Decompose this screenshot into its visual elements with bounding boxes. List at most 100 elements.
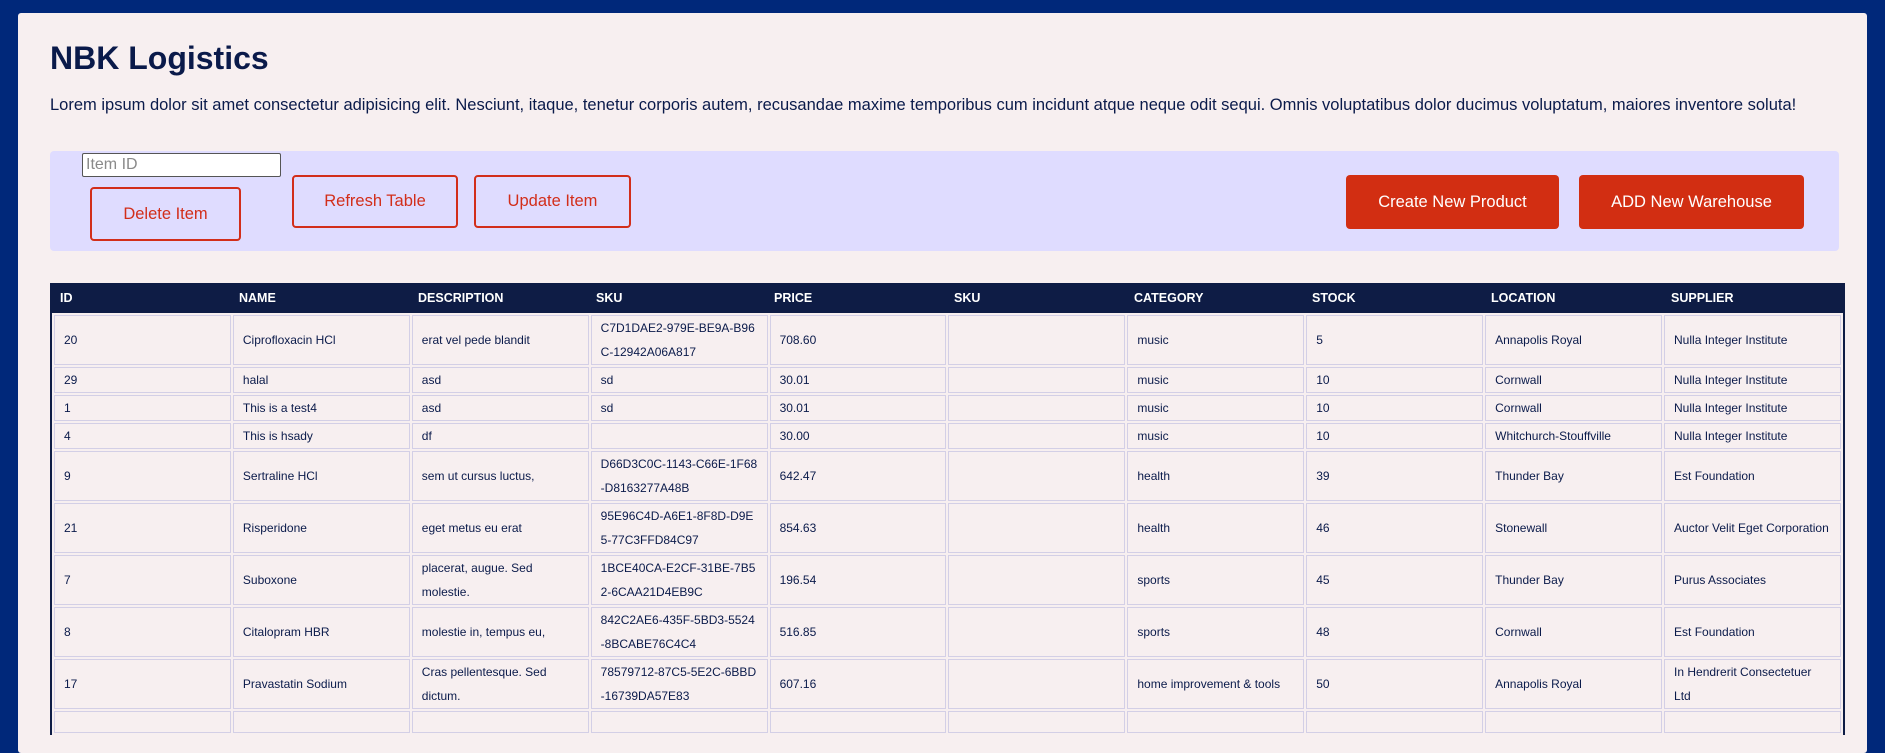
cell-stock: 50 — [1306, 659, 1484, 709]
cell-category: music — [1127, 315, 1305, 365]
cell-sku-2 — [948, 451, 1126, 501]
cell-category: home improvement & tools — [1127, 659, 1305, 709]
table-header: ID NAME DESCRIPTION SKU PRICE SKU CATEGO… — [50, 283, 1845, 313]
cell-location: Annapolis Royal — [1485, 315, 1663, 365]
cell-sku — [590, 711, 768, 733]
cell-supplier: Est Foundation — [1664, 451, 1841, 501]
refresh-table-button[interactable]: Refresh Table — [292, 175, 458, 228]
cell-stock — [1306, 711, 1484, 733]
cell-id: 4 — [54, 423, 231, 449]
header-price: PRICE — [774, 291, 813, 305]
cell-sku: 78579712-87C5-5E2C-6BBD-16739DA57E83 — [590, 659, 768, 709]
cell-location: Annapolis Royal — [1485, 659, 1663, 709]
table-row — [54, 711, 1841, 733]
item-id-input[interactable] — [82, 153, 281, 177]
cell-category: music — [1127, 395, 1305, 421]
table-row: 7 Suboxone placerat, augue. Sed molestie. 1… — [54, 555, 1841, 605]
cell-category: music — [1127, 423, 1305, 449]
cell-id: 1 — [54, 395, 231, 421]
cell-name: Suboxone — [232, 555, 410, 605]
header-description: DESCRIPTION — [418, 291, 504, 305]
cell-sku: 95E96C4D-A6E1-8F8D-D9E5-77C3FFD84C97 — [590, 503, 768, 553]
cell-name: This is a test4 — [232, 395, 410, 421]
cell-description: erat vel pede blandit — [411, 315, 589, 365]
cell-sku: sd — [590, 395, 768, 421]
cell-name: halal — [232, 367, 410, 393]
cell-description: df — [411, 423, 589, 449]
cell-description: asd — [411, 395, 589, 421]
page-intro: Lorem ipsum dolor sit amet consectetur a… — [50, 96, 1797, 114]
toolbar: Delete Item Refresh Table Update Item Cr… — [50, 151, 1839, 251]
table-row: 20 Ciprofloxacin HCl erat vel pede blandit… — [54, 315, 1841, 365]
cell-sku-2 — [948, 423, 1126, 449]
cell-description: placerat, augue. Sed molestie. — [411, 555, 589, 605]
table-body: 20 Ciprofloxacin HCl erat vel pede blandit… — [54, 315, 1841, 733]
update-item-button[interactable]: Update Item — [474, 175, 631, 228]
cell-supplier: Nulla Integer Institute — [1664, 395, 1841, 421]
cell-sku: sd — [590, 367, 768, 393]
cell-name: Pravastatin Sodium — [232, 659, 410, 709]
table-row: 21 Risperidone eget metus eu erat 95E96C4D-… — [54, 503, 1841, 553]
cell-category: health — [1127, 451, 1305, 501]
cell-sku — [590, 423, 768, 449]
cell-price: 708.60 — [769, 315, 947, 365]
cell-sku-2 — [948, 607, 1126, 657]
inventory-table-wrapper: ID NAME DESCRIPTION SKU PRICE SKU CATEGO… — [50, 283, 1845, 735]
cell-category — [1127, 711, 1305, 733]
cell-location: Stonewall — [1485, 503, 1663, 553]
cell-sku-2 — [948, 659, 1126, 709]
cell-location: Thunder Bay — [1485, 451, 1663, 501]
cell-name: Sertraline HCl — [232, 451, 410, 501]
cell-category: sports — [1127, 607, 1305, 657]
header-name: NAME — [239, 291, 276, 305]
cell-price: 30.01 — [769, 367, 947, 393]
cell-id: 17 — [54, 659, 231, 709]
header-supplier: SUPPLIER — [1671, 291, 1734, 305]
cell-sku-2 — [948, 711, 1126, 733]
header-location: LOCATION — [1491, 291, 1556, 305]
cell-sku-2 — [948, 503, 1126, 553]
cell-sku-2 — [948, 555, 1126, 605]
table-row: 29 halal asd sd 30.01 music 10 Cornwall Nulla In… — [54, 367, 1841, 393]
cell-id: 8 — [54, 607, 231, 657]
page-title: NBK Logistics — [50, 40, 269, 76]
cell-id: 29 — [54, 367, 231, 393]
cell-supplier: Auctor Velit Eget Corporation — [1664, 503, 1841, 553]
table-row: 9 Sertraline HCl sem ut cursus luctus, D66D… — [54, 451, 1841, 501]
cell-sku: D66D3C0C-1143-C66E-1F68-D8163277A48B — [590, 451, 768, 501]
cell-location: Cornwall — [1485, 607, 1663, 657]
cell-stock: 45 — [1306, 555, 1484, 605]
cell-location: Whitchurch-Stouffville — [1485, 423, 1663, 449]
cell-supplier — [1664, 711, 1841, 733]
cell-name: This is hsady — [232, 423, 410, 449]
cell-stock: 10 — [1306, 423, 1484, 449]
cell-name: Ciprofloxacin HCl — [232, 315, 410, 365]
cell-description: molestie in, tempus eu, — [411, 607, 589, 657]
cell-category: sports — [1127, 555, 1305, 605]
cell-stock: 46 — [1306, 503, 1484, 553]
cell-id: 20 — [54, 315, 231, 365]
cell-supplier: Nulla Integer Institute — [1664, 423, 1841, 449]
create-new-product-button[interactable]: Create New Product — [1346, 175, 1559, 229]
cell-stock: 48 — [1306, 607, 1484, 657]
add-new-warehouse-button[interactable]: ADD New Warehouse — [1579, 175, 1804, 229]
cell-price: 854.63 — [769, 503, 947, 553]
cell-description — [411, 711, 589, 733]
cell-supplier: Nulla Integer Institute — [1664, 367, 1841, 393]
table-row: 4 This is hsady df 30.00 music 10 Whitchurch-S… — [54, 423, 1841, 449]
cell-stock: 5 — [1306, 315, 1484, 365]
delete-item-button[interactable]: Delete Item — [90, 187, 241, 241]
cell-name — [232, 711, 410, 733]
cell-supplier: In Hendrerit Consectetuer Ltd — [1664, 659, 1841, 709]
cell-price — [769, 711, 947, 733]
cell-description: eget metus eu erat — [411, 503, 589, 553]
cell-sku-2 — [948, 315, 1126, 365]
cell-supplier: Purus Associates — [1664, 555, 1841, 605]
cell-sku-2 — [948, 367, 1126, 393]
cell-id: 9 — [54, 451, 231, 501]
cell-price: 196.54 — [769, 555, 947, 605]
header-id: ID — [60, 291, 73, 305]
cell-description: sem ut cursus luctus, — [411, 451, 589, 501]
header-sku: SKU — [596, 291, 623, 305]
cell-price: 607.16 — [769, 659, 947, 709]
